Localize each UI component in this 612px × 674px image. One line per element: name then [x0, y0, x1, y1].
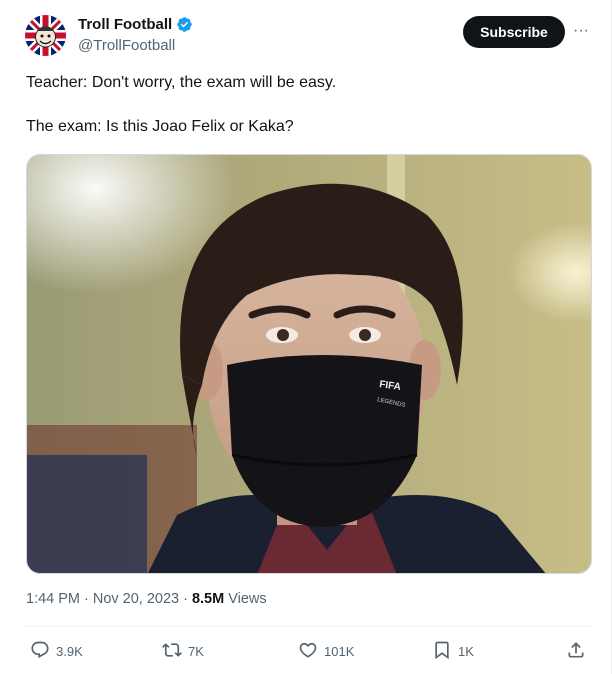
- tweet-actions: 3.9K 7K 101K 1K: [26, 639, 592, 665]
- tweet-meta: 1:44 PM · Nov 20, 2023 · 8.5M Views: [26, 591, 267, 607]
- meta-separator: ·: [183, 591, 188, 607]
- bookmark-count: 1K: [458, 643, 474, 659]
- views-label: Views: [228, 591, 267, 607]
- views-count: 8.5M: [191, 591, 225, 607]
- reply-button[interactable]: 3.9K: [30, 639, 83, 663]
- bookmark-icon: [432, 640, 452, 663]
- author-name-row[interactable]: Troll Football: [78, 16, 193, 33]
- tweet-text-line-2: The exam: Is this Joao Felix or Kaka?: [26, 118, 294, 135]
- repost-button[interactable]: 7K: [162, 639, 204, 663]
- reply-icon: [30, 640, 50, 663]
- tweet-text-line-1: Teacher: Don't worry, the exam will be e…: [26, 74, 337, 91]
- like-icon: [298, 640, 318, 663]
- like-button[interactable]: 101K: [298, 639, 354, 663]
- meta-separator: ·: [84, 591, 89, 607]
- divider: [26, 626, 592, 627]
- like-count: 101K: [324, 643, 355, 659]
- share-button[interactable]: [566, 639, 586, 663]
- repost-count: 7K: [188, 643, 204, 659]
- more-icon[interactable]: ···: [570, 20, 592, 42]
- repost-icon: [162, 640, 182, 663]
- tweet-text: Teacher: Don't worry, the exam will be e…: [26, 72, 586, 138]
- reply-count: 3.9K: [56, 643, 83, 659]
- author-handle[interactable]: @TrollFootball: [78, 37, 175, 54]
- tweet-card: Troll Football @TrollFootball Subscribe …: [0, 0, 612, 674]
- bookmark-button[interactable]: 1K: [432, 639, 474, 663]
- tweet-time[interactable]: 1:44 PM: [26, 591, 80, 607]
- share-icon: [566, 640, 586, 663]
- verified-icon: [176, 16, 193, 33]
- avatar[interactable]: [25, 15, 66, 56]
- tweet-date[interactable]: Nov 20, 2023: [93, 591, 179, 607]
- author-name[interactable]: Troll Football: [78, 16, 172, 33]
- tweet-image[interactable]: FIFA LEGENDS: [26, 154, 592, 574]
- subscribe-button[interactable]: Subscribe: [463, 16, 565, 48]
